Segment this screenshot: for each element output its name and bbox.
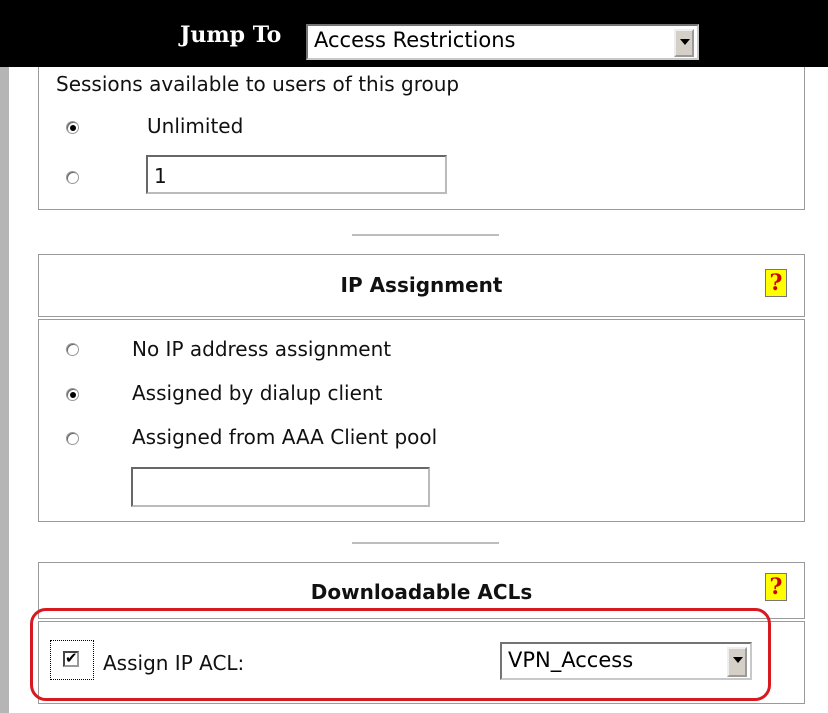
aaa-pool-radio[interactable] <box>66 432 79 445</box>
sessions-unlimited-label: Unlimited <box>147 114 244 138</box>
sessions-count-value: 1 <box>154 164 167 188</box>
sessions-limited-radio[interactable] <box>66 171 79 184</box>
help-icon[interactable]: ? <box>765 269 787 297</box>
separator <box>352 234 499 236</box>
help-icon[interactable]: ? <box>765 573 787 601</box>
sessions-unlimited-radio[interactable] <box>66 121 79 134</box>
jump-to-select[interactable]: Access Restrictions <box>306 24 699 60</box>
no-ip-radio[interactable] <box>66 343 79 356</box>
separator <box>352 542 499 544</box>
sessions-label: Sessions available to users of this grou… <box>56 72 460 96</box>
jump-to-selected-value: Access Restrictions <box>314 28 516 52</box>
highlight-annotation <box>30 608 771 701</box>
aaa-pool-input[interactable] <box>131 467 430 507</box>
aaa-pool-label: Assigned from AAA Client pool <box>132 425 438 449</box>
no-ip-label: No IP address assignment <box>132 337 392 361</box>
dialup-client-label: Assigned by dialup client <box>132 381 383 405</box>
sessions-count-input[interactable]: 1 <box>146 155 447 194</box>
jump-to-label: Jump To <box>180 22 282 48</box>
chevron-down-icon[interactable] <box>674 29 694 57</box>
ip-assignment-title: IP Assignment <box>340 273 503 297</box>
dialup-client-radio[interactable] <box>66 388 79 401</box>
sidebar-scroll-strip <box>0 67 9 713</box>
downloadable-acls-title: Downloadable ACLs <box>310 580 533 604</box>
